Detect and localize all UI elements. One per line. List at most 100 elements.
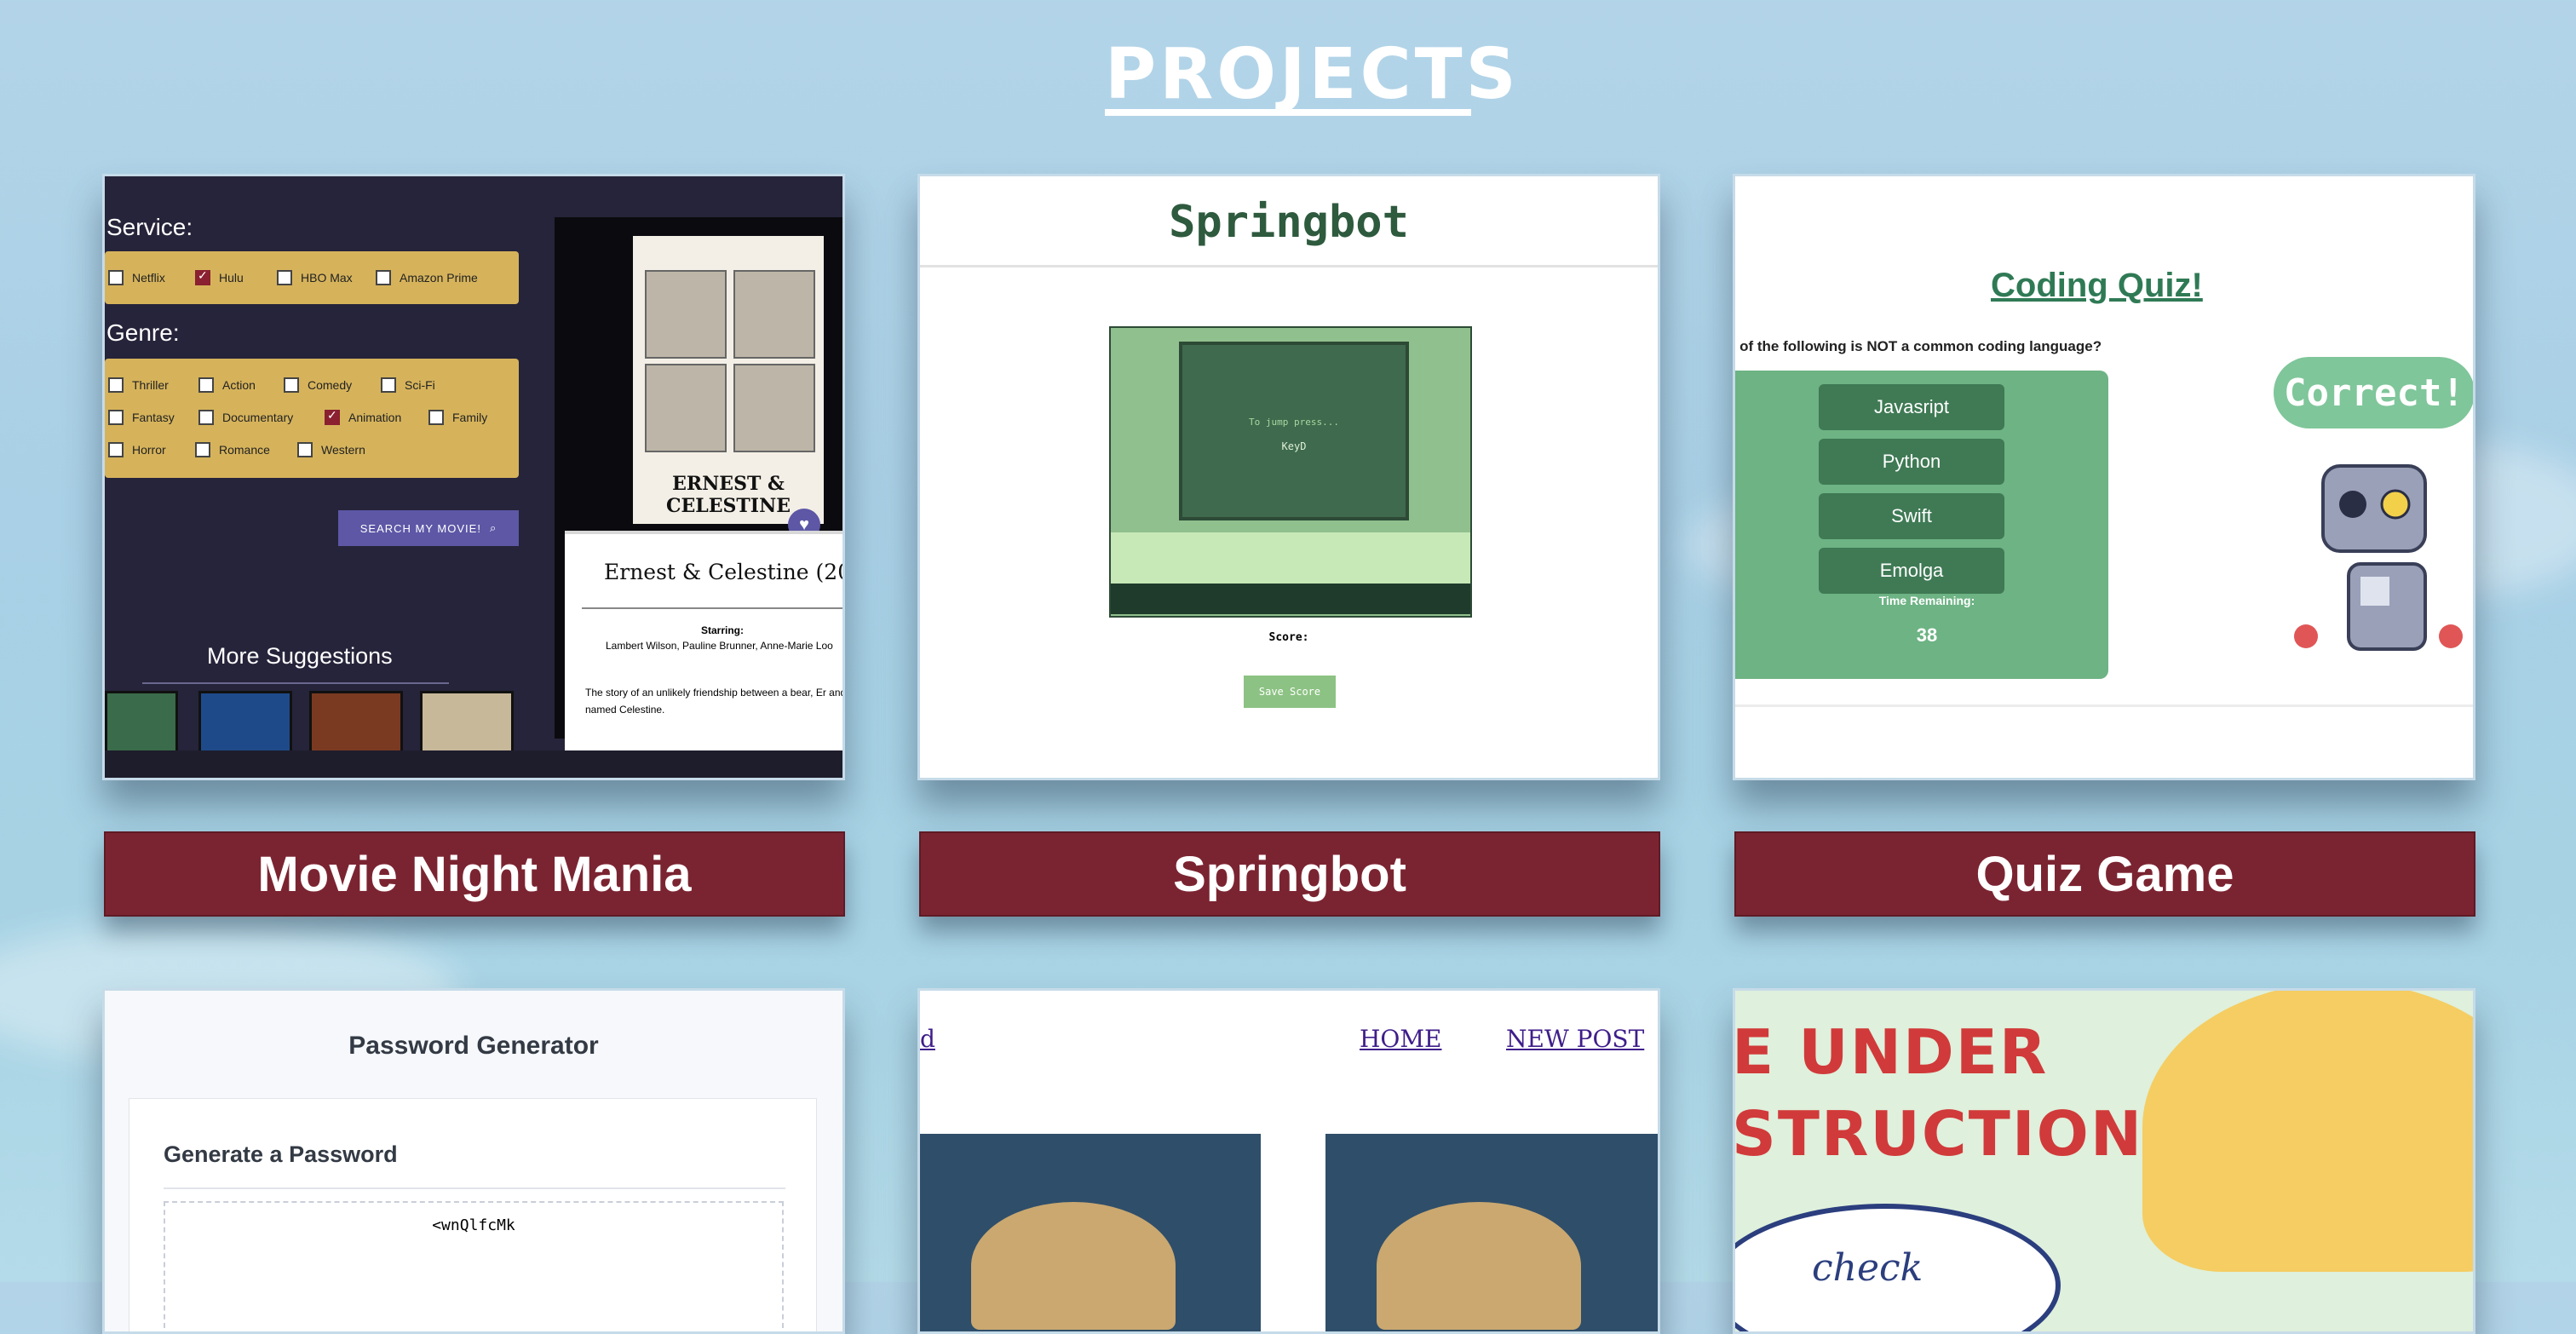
poster-frame (733, 364, 815, 452)
jump-key: KeyD (1281, 440, 1307, 452)
score-label: Score: (1268, 631, 1309, 644)
movie-info-panel: Ernest & Celestine (2012 Starring: Lambe… (565, 531, 845, 766)
divider (142, 682, 449, 684)
movie-poster: ERNEST & CELESTINE (633, 236, 824, 524)
project-card-blog[interactable]: d HOME NEW POST (917, 988, 1660, 1334)
title-underline (1105, 109, 1471, 116)
checkbox-icon (195, 442, 210, 457)
checkbox-icon (376, 270, 391, 285)
construction-preview-screenshot: E UNDER STRUCTION check (1735, 991, 2473, 1331)
password-output: <wnQlfcMk (164, 1201, 784, 1331)
genre-checkbox: Animation (325, 408, 401, 425)
password-subtitle: Generate a Password (164, 1141, 398, 1167)
correct-speech-bubble: Correct! (2274, 357, 2473, 428)
construction-text-line1: E UNDER (1733, 1016, 2049, 1088)
save-score-button: Save Score (1244, 676, 1336, 708)
movie-night-mania-button[interactable]: Movie Night Mania (104, 831, 845, 917)
service-label: Service: (106, 214, 193, 240)
checkbox-icon (277, 270, 292, 285)
genre-checkbox: Western (297, 442, 365, 457)
genre-checkbox: Thriller (108, 377, 169, 393)
game-floor (1111, 532, 1470, 584)
checkbox-checked-icon (325, 408, 340, 425)
time-remaining-value: 38 (1916, 624, 1938, 646)
poster-frame (733, 270, 815, 359)
poster-frame (645, 270, 727, 359)
starring-label: Starring: (701, 624, 745, 636)
hard-hat-icon (2142, 991, 2473, 1272)
genre-panel: Thriller Action Comedy Sci-Fi Fantasy Do… (105, 359, 519, 478)
answer-button: Python (1819, 439, 2004, 485)
suggestion-thumbnail (309, 691, 403, 754)
movie-description: The story of an unlikely friendship betw… (585, 687, 845, 716)
genre-checkbox: Action (198, 377, 256, 393)
checkbox-icon (198, 410, 214, 425)
food-image (971, 1202, 1176, 1330)
game-ground (1111, 584, 1470, 614)
service-checkbox: HBO Max (277, 270, 353, 285)
divider (582, 607, 842, 609)
project-card-under-construction[interactable]: E UNDER STRUCTION check (1733, 988, 2475, 1334)
search-movie-button: SEARCH MY MOVIE! ⌕ (338, 510, 519, 546)
cast-list: Lambert Wilson, Pauline Brunner, Anne-Ma… (606, 640, 833, 652)
genre-checkbox: Romance (195, 442, 270, 457)
blog-brand-link: d (920, 1025, 935, 1053)
password-title: Password Generator (348, 1032, 599, 1060)
time-remaining-label: Time Remaining: (1878, 594, 1975, 607)
project-card-quiz-game[interactable]: Coding Quiz! h of the following is NOT a… (1733, 174, 2475, 780)
food-image (1377, 1202, 1581, 1330)
check-text: check (1812, 1246, 1923, 1290)
nav-home-link: HOME (1360, 1025, 1442, 1053)
quiz-game-button[interactable]: Quiz Game (1734, 831, 2475, 917)
quiz-question: h of the following is NOT a common codin… (1733, 338, 2102, 354)
checkbox-icon (428, 410, 444, 425)
jump-instruction: To jump press... (1249, 417, 1339, 428)
suggestion-thumbnail (420, 691, 514, 754)
checkbox-icon (108, 270, 124, 285)
page-title: PROJECTS (1105, 34, 1520, 115)
robot-icon (2294, 464, 2463, 651)
project-card-movie-night-mania[interactable]: Service: Netflix Hulu HBO Max Amazon Pri… (102, 174, 845, 780)
password-panel: Generate a Password <wnQlfcMk (129, 1098, 817, 1331)
genre-checkbox: Comedy (284, 377, 352, 393)
genre-checkbox: Documentary (198, 410, 293, 425)
quiz-title: Coding Quiz! (1991, 267, 2203, 304)
game-canvas: To jump press... KeyD (1109, 326, 1472, 618)
service-panel: Netflix Hulu HBO Max Amazon Prime (105, 251, 519, 304)
answer-button: Swift (1819, 493, 2004, 539)
construction-text-line2: STRUCTION (1733, 1098, 2144, 1170)
genre-label: Genre: (106, 319, 180, 346)
more-suggestions-heading: More Suggestions (207, 643, 393, 669)
service-checkbox: Netflix (108, 270, 165, 285)
game-instruction-screen: To jump press... KeyD (1179, 342, 1409, 520)
bottom-bar (1735, 704, 2473, 778)
divider (164, 1187, 785, 1189)
springbot-title: Springbot (1169, 197, 1409, 248)
blog-post-image (1325, 1134, 1658, 1331)
checkbox-icon (198, 377, 214, 393)
suggestion-thumbnail (198, 691, 292, 754)
password-preview-screenshot: Password Generator Generate a Password <… (105, 991, 842, 1331)
blog-post-image (920, 1134, 1261, 1331)
project-card-password-generator[interactable]: Password Generator Generate a Password <… (102, 988, 845, 1334)
checkbox-icon (297, 442, 313, 457)
movie-title: Ernest & Celestine (2012 (604, 560, 842, 584)
genre-checkbox: Fantasy (108, 410, 175, 425)
springbot-button[interactable]: Springbot (919, 831, 1660, 917)
project-card-springbot[interactable]: Springbot To jump press... KeyD Score: S… (917, 174, 1660, 780)
answer-button: Javasript (1819, 384, 2004, 430)
service-checkbox: Amazon Prime (376, 270, 478, 285)
checkbox-icon (381, 377, 396, 393)
nav-new-post-link: NEW POST (1506, 1025, 1645, 1053)
checkbox-icon (284, 377, 299, 393)
suggestion-thumbnail (105, 691, 178, 754)
search-icon: ⌕ (489, 521, 497, 534)
service-checkbox: Hulu (195, 268, 244, 285)
poster-frame (645, 364, 727, 452)
answer-button: Emolga (1819, 548, 2004, 594)
checkbox-icon (108, 442, 124, 457)
genre-checkbox: Sci-Fi (381, 377, 435, 393)
checkbox-checked-icon (195, 268, 210, 285)
genre-checkbox: Family (428, 410, 487, 425)
springbot-header: Springbot (920, 176, 1658, 267)
